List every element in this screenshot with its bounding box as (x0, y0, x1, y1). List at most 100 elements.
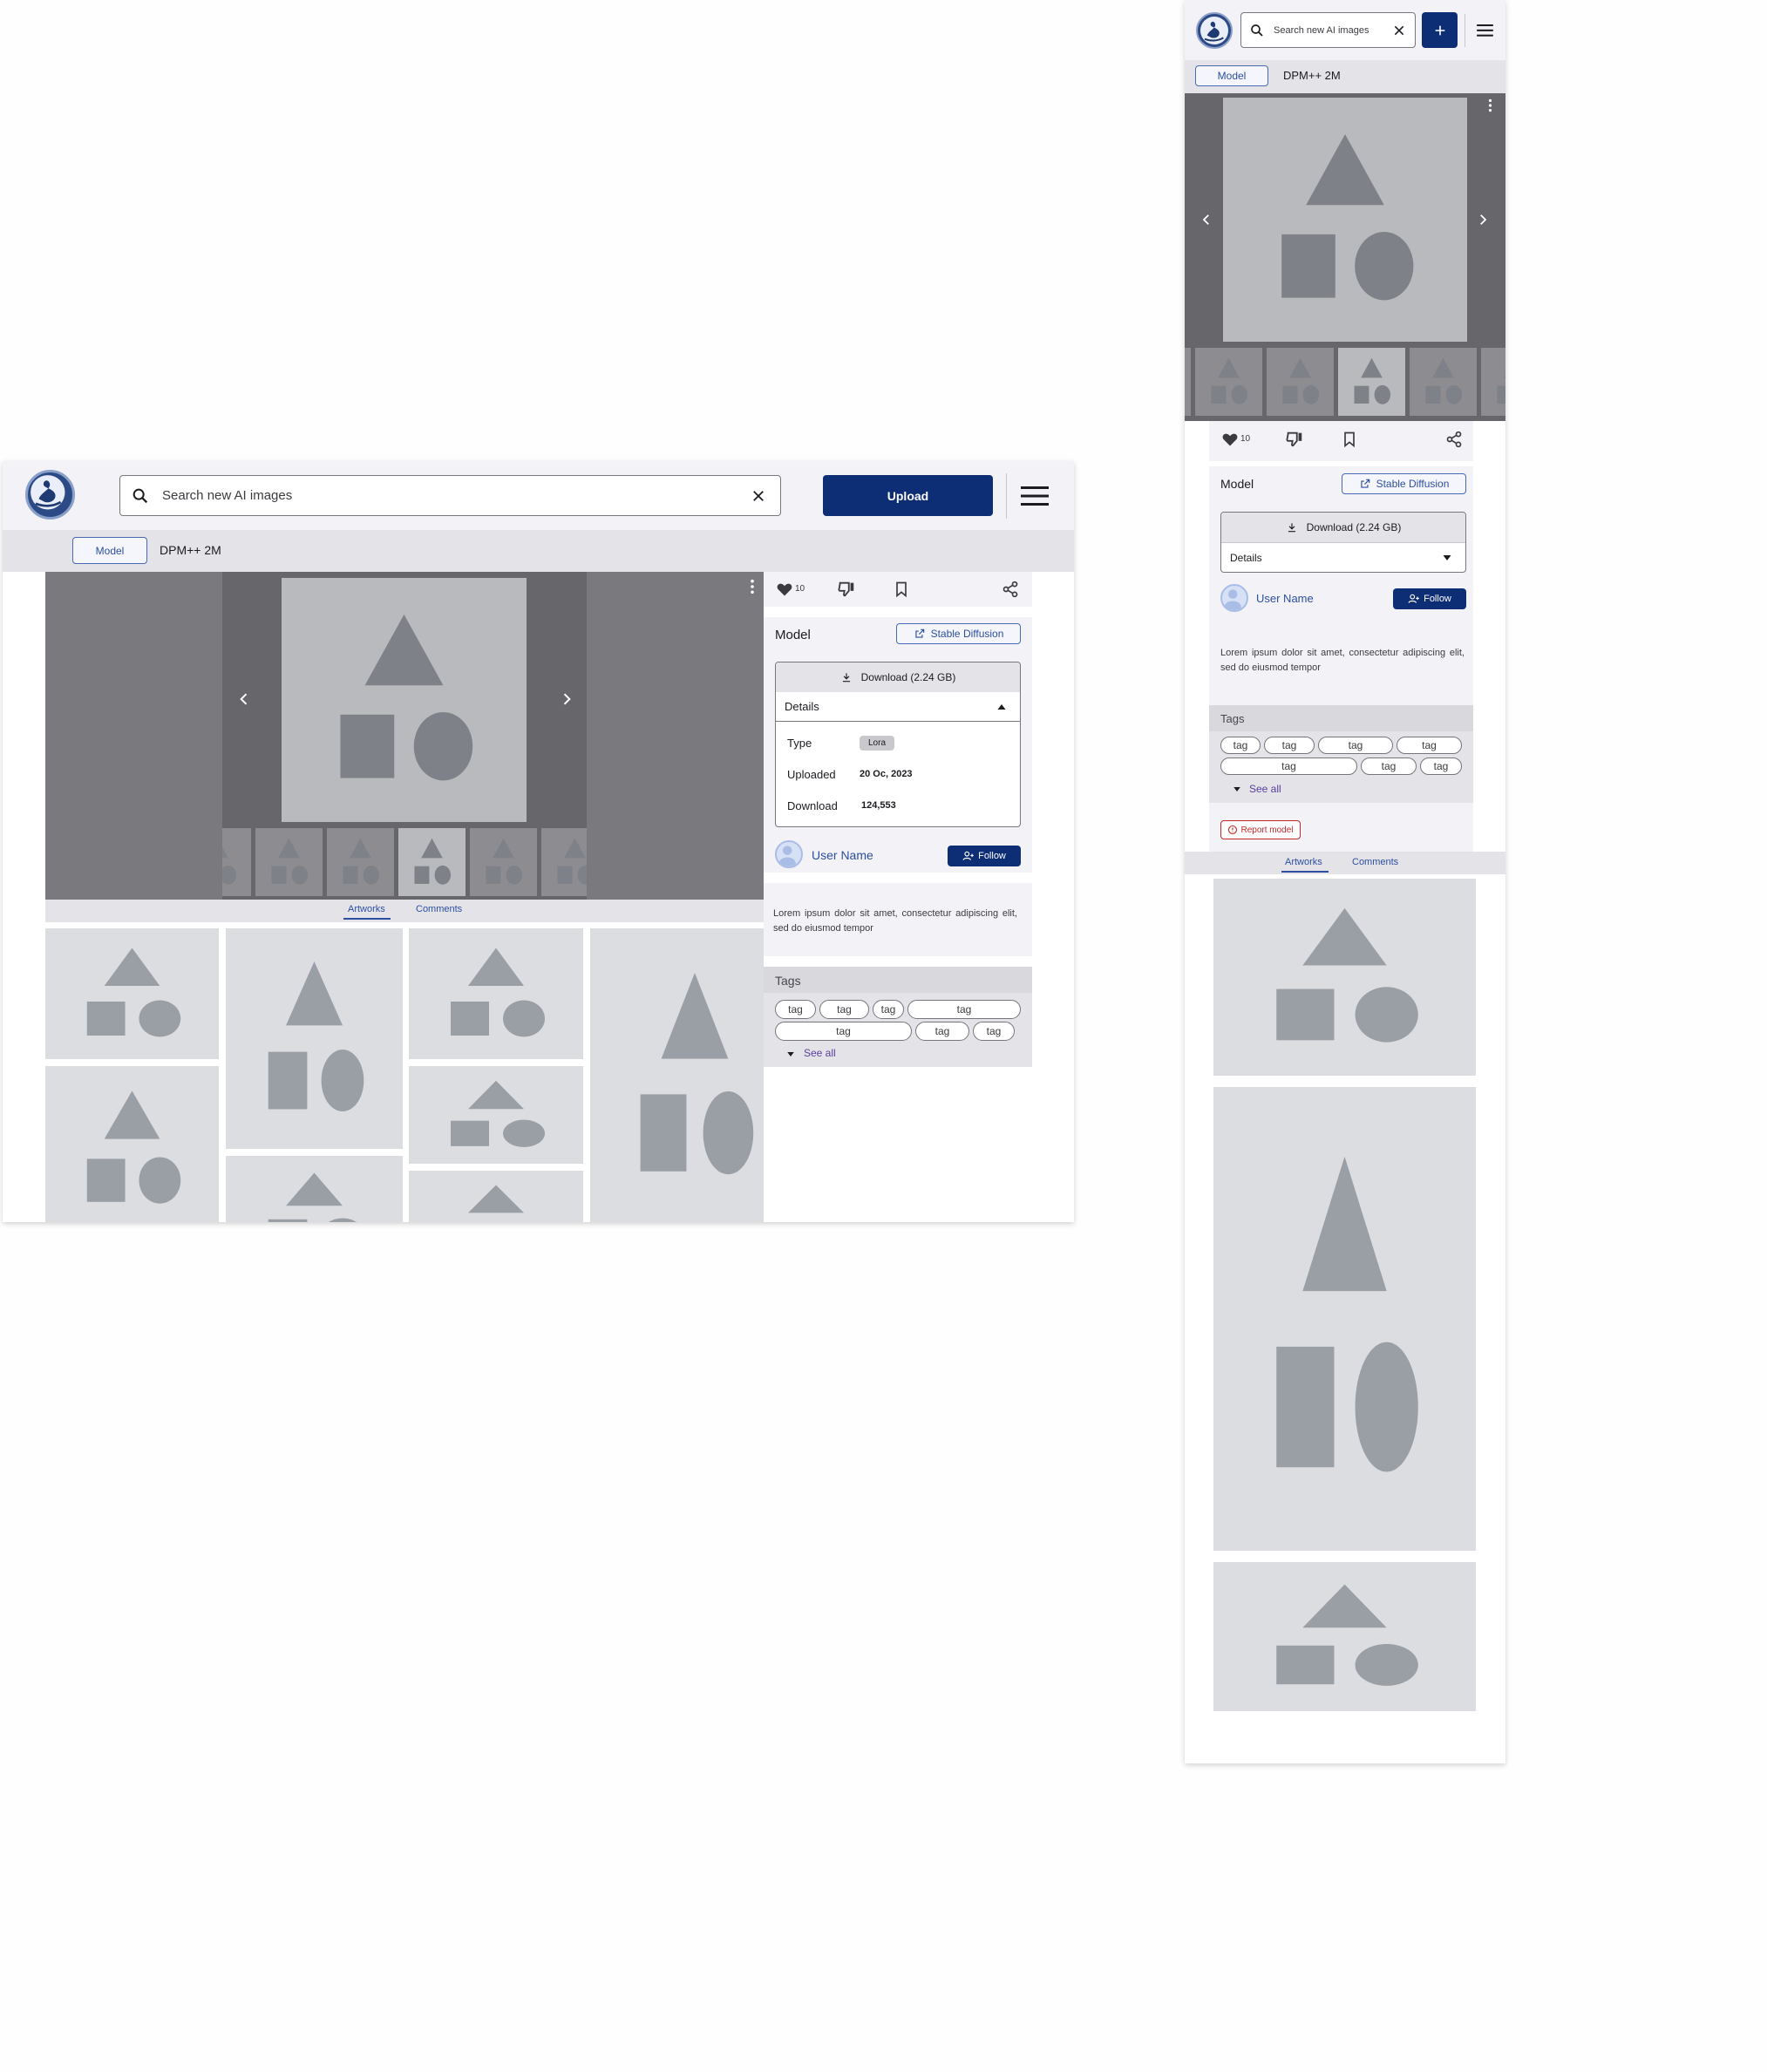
tag-chip[interactable]: tag (1361, 757, 1417, 775)
share-icon[interactable] (1445, 431, 1463, 448)
details-dropdown[interactable]: Details (1221, 542, 1465, 572)
desktop-tabs: Artworks Comments (45, 900, 764, 922)
search-input[interactable]: Search new AI images (162, 488, 751, 503)
user-name[interactable]: User Name (812, 848, 873, 862)
gallery-image[interactable] (409, 1171, 583, 1222)
next-arrow-icon[interactable] (1475, 212, 1491, 228)
mobile-tabs: Artworks Comments (1185, 852, 1505, 874)
tag-chip[interactable]: tag (819, 1000, 869, 1019)
prev-arrow-icon[interactable] (1199, 212, 1214, 228)
menu-icon[interactable] (1021, 486, 1049, 506)
model-chip[interactable]: Model (72, 537, 147, 564)
clear-icon[interactable] (1392, 24, 1406, 37)
gallery-image[interactable] (226, 1156, 403, 1222)
tag-chip[interactable]: tag (973, 1022, 1015, 1041)
follow-label: Follow (978, 851, 1006, 861)
follow-button[interactable]: Follow (1393, 588, 1466, 609)
gallery-image[interactable] (1213, 1562, 1476, 1711)
tab-comments[interactable]: Comments (1352, 857, 1398, 867)
tab-artworks[interactable]: Artworks (1285, 857, 1322, 867)
thumbnail[interactable] (327, 828, 394, 896)
tag-chip[interactable]: tag (775, 1022, 912, 1041)
avatar[interactable] (775, 840, 803, 868)
bookmark-icon[interactable] (1341, 431, 1358, 448)
thumbnail[interactable] (222, 828, 251, 896)
thumbnail-strip (1185, 348, 1505, 416)
tag-chip[interactable]: tag (907, 1000, 1021, 1019)
tag-chip[interactable]: tag (1220, 757, 1357, 775)
tab-comments[interactable]: Comments (416, 904, 462, 914)
gallery-image[interactable] (1213, 879, 1476, 1076)
thumbnail[interactable] (1267, 348, 1334, 416)
gallery-image[interactable] (226, 928, 403, 1149)
tag-chip[interactable]: tag (1264, 737, 1315, 754)
thumbnail[interactable] (1195, 348, 1262, 416)
search-input[interactable]: Search new AI images (1274, 25, 1392, 36)
tag-chip[interactable]: tag (915, 1022, 969, 1041)
follow-button[interactable]: Follow (948, 846, 1021, 866)
gallery-image[interactable] (409, 928, 583, 1059)
tag-chip[interactable]: tag (1397, 737, 1462, 754)
like-count: 10 (795, 584, 805, 594)
thumbnail-selected[interactable] (1338, 348, 1405, 416)
details-dropdown[interactable]: Details (776, 692, 1020, 722)
next-arrow-icon[interactable] (558, 690, 575, 708)
clear-icon[interactable] (751, 488, 766, 504)
bookmark-icon[interactable] (893, 581, 910, 598)
caret-down-icon (1234, 787, 1240, 791)
logo[interactable] (1196, 12, 1233, 49)
main-image[interactable] (1223, 98, 1467, 342)
download-button[interactable]: Download (2.24 GB) (776, 662, 1020, 692)
report-label: Report model (1240, 825, 1294, 835)
thumbnail-selected[interactable] (398, 828, 466, 896)
desktop-subheader: Model DPM++ 2M (3, 530, 1074, 572)
dislike-icon[interactable] (837, 580, 856, 599)
description-text: Lorem ipsum dolor sit amet, consectetur … (773, 908, 1017, 934)
base-model-button[interactable]: Stable Diffusion (1342, 473, 1466, 494)
heart-icon[interactable] (1221, 431, 1239, 448)
more-vert-icon[interactable] (1488, 99, 1492, 112)
thumbnail[interactable] (541, 828, 587, 896)
upload-button[interactable]: Upload (823, 475, 993, 516)
tags-title: Tags (1220, 712, 1245, 725)
tag-chip[interactable]: tag (775, 1000, 816, 1019)
thumbnail[interactable] (1481, 348, 1505, 416)
base-model-button[interactable]: Stable Diffusion (896, 623, 1021, 644)
tag-chip[interactable]: tag (1220, 737, 1261, 754)
thumbnail[interactable] (1410, 348, 1477, 416)
thumbnail-strip (222, 828, 587, 896)
thumbnail[interactable] (255, 828, 323, 896)
heart-icon[interactable] (776, 581, 793, 598)
thumbnail[interactable] (470, 828, 537, 896)
report-button[interactable]: Report model (1220, 820, 1301, 839)
search-bar[interactable]: Search new AI images (119, 475, 781, 516)
search-bar[interactable]: Search new AI images (1240, 12, 1416, 48)
tab-artworks[interactable]: Artworks (348, 904, 385, 914)
prev-arrow-icon[interactable] (235, 690, 253, 708)
add-button[interactable] (1422, 12, 1458, 48)
caret-down-icon (1443, 554, 1451, 560)
avatar[interactable] (1220, 584, 1248, 612)
model-chip[interactable]: Model (1195, 65, 1268, 86)
uploaded-value: 20 Oc, 2023 (860, 769, 913, 779)
dislike-icon[interactable] (1285, 430, 1304, 449)
more-vert-icon[interactable] (750, 579, 755, 594)
tag-chip[interactable]: tag (873, 1000, 904, 1019)
see-all-link[interactable]: See all (1249, 783, 1281, 795)
tag-chip[interactable]: tag (1318, 737, 1393, 754)
tag-chip[interactable]: tag (1420, 757, 1462, 775)
thumbnail[interactable] (1185, 348, 1191, 416)
gallery-image[interactable] (590, 928, 764, 1222)
main-image[interactable] (282, 578, 527, 822)
gallery-image[interactable] (1213, 1087, 1476, 1551)
gallery-image[interactable] (409, 1066, 583, 1164)
user-name[interactable]: User Name (1256, 592, 1314, 605)
download-button[interactable]: Download (2.24 GB) (1221, 513, 1465, 542)
action-bar: 10 (764, 572, 1032, 607)
gallery-image[interactable] (45, 1066, 219, 1222)
menu-icon[interactable] (1477, 24, 1493, 37)
gallery-image[interactable] (45, 928, 219, 1059)
logo[interactable] (25, 470, 75, 520)
see-all-link[interactable]: See all (804, 1047, 836, 1059)
share-icon[interactable] (1002, 581, 1019, 598)
